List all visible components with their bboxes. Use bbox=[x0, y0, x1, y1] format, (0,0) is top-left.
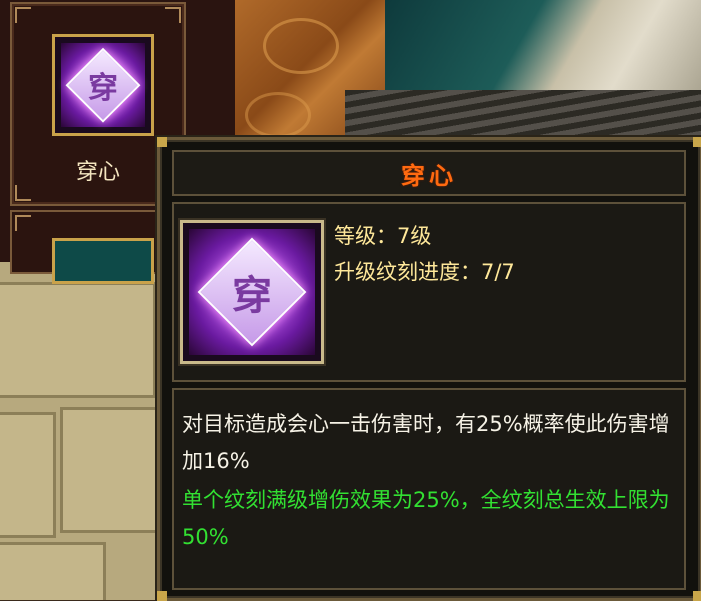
tooltip-title: 穿心 bbox=[401, 161, 457, 190]
tooltip-description-section: 对目标造成会心一击伤害时，有25%概率使此伤害增加16% 单个纹刻满级增伤效果为… bbox=[172, 388, 686, 590]
chuanxin-skill-icon: 穿 bbox=[180, 220, 324, 364]
tooltip-stats: 等级：7级 升级纹刻进度：7/7 bbox=[334, 218, 515, 290]
skill-tooltip: 穿心 穿 等级：7级 升级纹刻进度：7/7 对目标造成会心一击伤害时，有25%概… bbox=[157, 137, 701, 601]
chuanxin-skill-icon[interactable]: 穿 bbox=[52, 34, 154, 136]
skill-icon-glyph: 穿 bbox=[88, 71, 118, 106]
tooltip-info-section: 穿 等级：7级 升级纹刻进度：7/7 bbox=[172, 202, 686, 382]
skill-level: 等级：7级 bbox=[334, 224, 432, 248]
tooltip-title-bar: 穿心 bbox=[172, 150, 686, 196]
engraving-progress: 升级纹刻进度：7/7 bbox=[334, 260, 515, 284]
stone-floor bbox=[0, 262, 186, 600]
tooltip-icon-glyph: 穿 bbox=[232, 273, 272, 319]
skill-description: 对目标造成会心一击伤害时，有25%概率使此伤害增加16% bbox=[182, 412, 670, 473]
engraving-bonus-text: 单个纹刻满级增伤效果为25%，全纹刻总生效上限为50% bbox=[182, 488, 670, 549]
skill-icon-partial[interactable] bbox=[52, 238, 154, 284]
